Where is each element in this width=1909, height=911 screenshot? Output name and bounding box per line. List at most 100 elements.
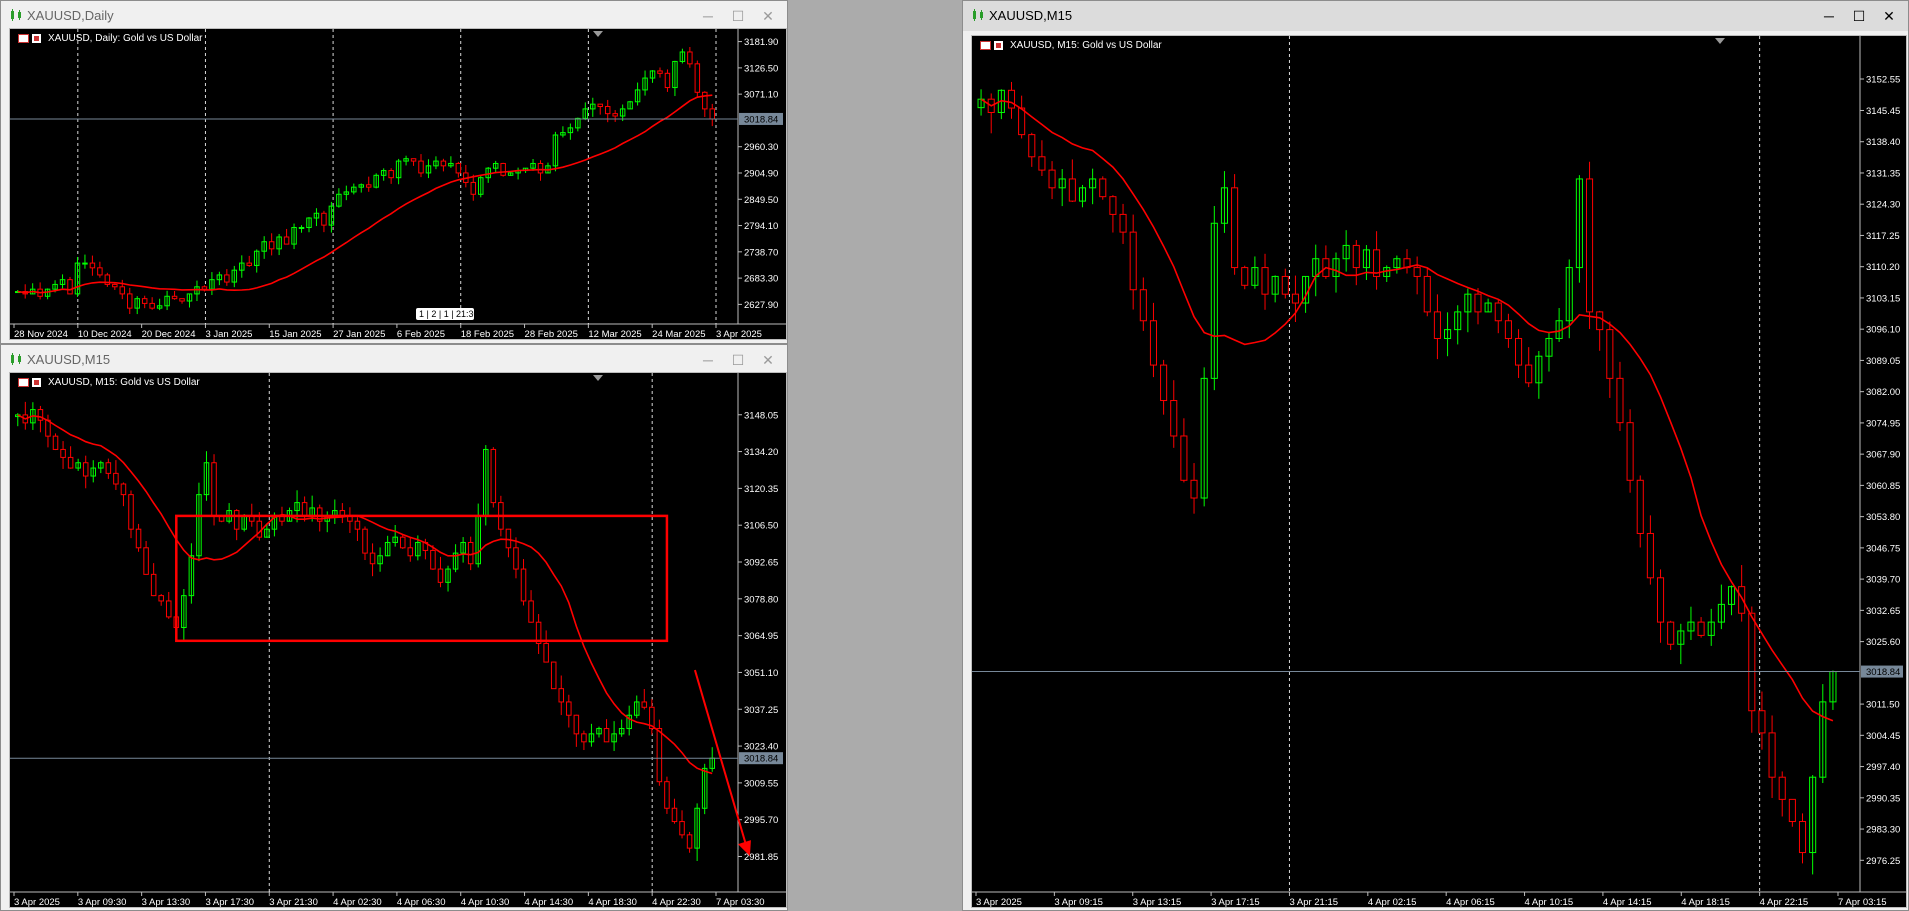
candle-body xyxy=(440,160,447,167)
window-titlebar[interactable]: XAUUSD,M15 ─ ☐ ✕ xyxy=(1,345,787,375)
candle-body xyxy=(418,160,424,174)
chart-window-m15-right[interactable]: XAUUSD,M15 ─ ☐ ✕ XAUUSD, M15: Gold vs US… xyxy=(962,0,1909,911)
minimize-button[interactable]: ─ xyxy=(695,349,721,371)
window-title: XAUUSD,M15 xyxy=(989,8,1073,23)
range-box-annotation xyxy=(175,514,669,643)
candle-body xyxy=(179,298,185,302)
candle-body xyxy=(1606,329,1614,379)
candle-body xyxy=(1768,732,1776,778)
minimize-button[interactable]: ─ xyxy=(695,5,721,27)
candle-body xyxy=(467,541,474,565)
current-price-label: 3018.84 xyxy=(744,754,778,765)
candle-body xyxy=(399,536,406,549)
candle-body xyxy=(505,528,512,549)
close-button[interactable]: ✕ xyxy=(755,349,781,371)
candle-body xyxy=(1018,107,1026,136)
window-title: XAUUSD,Daily xyxy=(27,8,114,23)
candle-body xyxy=(603,728,610,743)
candle-body xyxy=(119,286,126,295)
candle-body xyxy=(369,552,376,565)
time-tick-label: 4 Apr 10:15 xyxy=(1525,897,1574,907)
time-tick-label: 4 Apr 18:15 xyxy=(1681,897,1730,907)
price-tick-label: 3152.55 xyxy=(1866,75,1900,86)
candle-body xyxy=(566,701,572,716)
current-price-label: 3018.84 xyxy=(1866,667,1900,678)
price-tick-label: 3096.10 xyxy=(1866,325,1900,336)
price-tick-label: 3092.65 xyxy=(744,558,778,569)
chart-shift-marker xyxy=(593,31,603,37)
price-tick-label: 3103.15 xyxy=(1866,293,1900,304)
price-tick-label: 3134.20 xyxy=(744,447,778,458)
chart-plot-m15-left[interactable]: XAUUSD, M15: Gold vs US Dollar 3148.05 31… xyxy=(9,372,787,908)
chart-window-m15-left[interactable]: XAUUSD,M15 ─ ☐ ✕ XAUUSD, M15: Gold vs US… xyxy=(0,344,788,911)
candle-body xyxy=(1697,621,1705,636)
candlestick-chart-daily[interactable]: 3181.90 3126.50 3071.10 3018.84 2960.30 2904.… xyxy=(10,29,786,339)
time-tick-label: 3 Jan 2025 xyxy=(205,329,252,339)
chart-plot-daily[interactable]: XAUUSD, Daily: Gold vs US Dollar 3181.90… xyxy=(9,28,787,340)
candle-body xyxy=(113,472,119,485)
maximize-button[interactable]: ☐ xyxy=(725,349,751,371)
price-tick-label: 2983.30 xyxy=(1866,825,1900,836)
candlestick-chart-m15-right[interactable]: 3152.55 3145.45 3138.40 3131.35 3124.30 3117.… xyxy=(972,36,1906,907)
close-button[interactable]: ✕ xyxy=(1876,5,1902,27)
price-tick-label: 2995.70 xyxy=(744,815,778,826)
candle-body xyxy=(256,520,263,538)
price-tick-label: 3145.45 xyxy=(1866,106,1900,117)
chart-shift-marker xyxy=(593,375,603,381)
candle-body xyxy=(573,714,580,735)
time-tick-label: 3 Apr 17:15 xyxy=(1211,897,1260,907)
candle-body xyxy=(201,286,208,290)
candlestick-chart-m15-left[interactable]: 3148.05 3134.20 3120.35 3106.50 3092.65 3078.… xyxy=(10,373,786,907)
window-titlebar[interactable]: XAUUSD,M15 ─ ☐ ✕ xyxy=(963,1,1908,31)
candle-body xyxy=(301,502,308,517)
candle-body xyxy=(37,409,44,421)
candle-body xyxy=(354,520,361,530)
candle-body xyxy=(410,158,417,162)
price-tick-label: 2794.10 xyxy=(744,221,778,232)
time-tick-label: 3 Apr 2025 xyxy=(976,897,1022,907)
candle-body xyxy=(67,456,74,469)
maximize-button[interactable]: ☐ xyxy=(1846,5,1872,27)
maximize-button[interactable]: ☐ xyxy=(725,5,751,27)
price-tick-label: 3023.40 xyxy=(744,742,778,753)
candle-body xyxy=(97,267,103,276)
chart-plot-m15-right[interactable]: XAUUSD, M15: Gold vs US Dollar 3152.55 31… xyxy=(971,35,1907,908)
candle-body xyxy=(246,262,252,266)
candle-body xyxy=(1778,776,1786,800)
candle-body xyxy=(1474,293,1482,313)
candle-body xyxy=(60,448,66,458)
candle-body xyxy=(1170,400,1178,437)
window-titlebar[interactable]: XAUUSD,Daily ─ ☐ ✕ xyxy=(1,1,787,31)
candle-body xyxy=(1190,479,1198,499)
time-tick-label: 28 Feb 2025 xyxy=(525,329,578,339)
price-tick-label: 3078.80 xyxy=(744,594,778,605)
price-tick-label: 3117.25 xyxy=(1866,231,1900,242)
candle-body xyxy=(1525,364,1533,384)
price-tick-label: 2960.30 xyxy=(744,142,778,153)
candle-body xyxy=(1281,275,1289,295)
candle-body xyxy=(1099,178,1107,198)
moving-average-line xyxy=(17,94,713,294)
candle-body xyxy=(1149,320,1158,366)
candle-body xyxy=(500,162,506,176)
candle-body xyxy=(67,279,73,295)
candle-body xyxy=(321,212,327,226)
price-tick-label: 3120.35 xyxy=(744,484,778,495)
candle-body xyxy=(362,528,368,554)
price-tick-label: 2976.25 xyxy=(1866,856,1900,867)
candle-body xyxy=(528,600,534,623)
time-tick-label: 20 Dec 2024 xyxy=(142,329,196,339)
candle-body xyxy=(1068,178,1076,202)
candle-body xyxy=(135,528,142,549)
candle-body xyxy=(1738,586,1746,614)
minimize-button[interactable]: ─ xyxy=(1816,5,1842,27)
candle-body xyxy=(1007,89,1016,109)
close-button[interactable]: ✕ xyxy=(755,5,781,27)
current-price-label: 3018.84 xyxy=(744,114,778,125)
chart-window-daily[interactable]: XAUUSD,Daily ─ ☐ ✕ XAUUSD, Daily: Gold v… xyxy=(0,0,788,344)
candle-body xyxy=(52,435,59,450)
moving-average-line xyxy=(17,414,713,775)
time-tick-label: 10 Dec 2024 xyxy=(78,329,132,339)
candle-body xyxy=(120,483,127,496)
candle-body xyxy=(656,728,663,783)
